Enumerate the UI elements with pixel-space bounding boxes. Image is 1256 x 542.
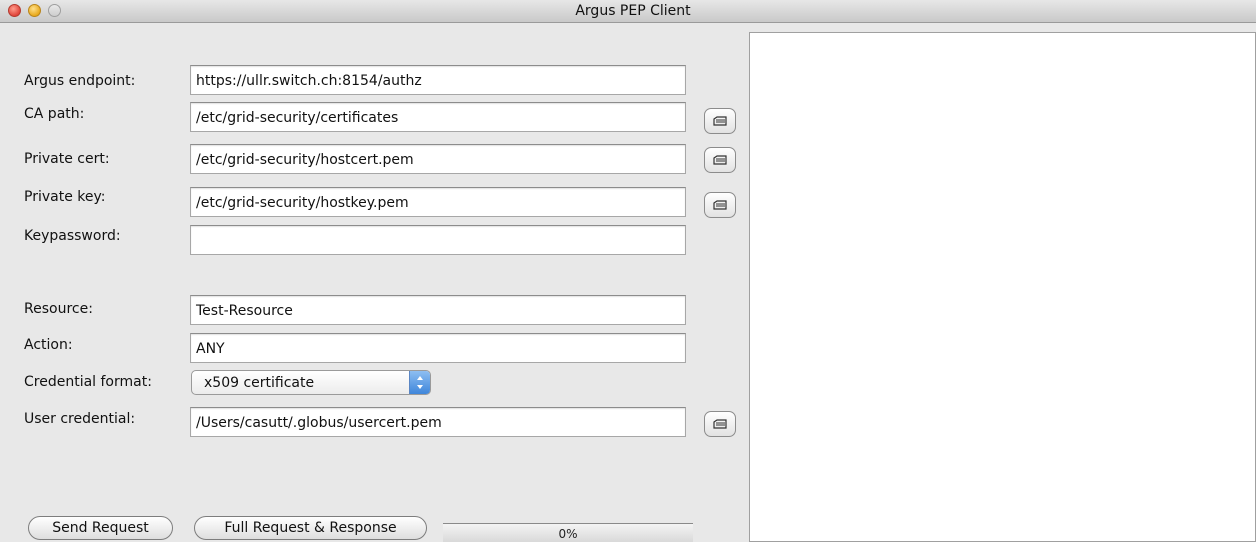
endpoint-label: Argus endpoint: bbox=[24, 73, 136, 89]
window-title: Argus PEP Client bbox=[575, 3, 691, 19]
resource-label: Resource: bbox=[24, 301, 93, 317]
private-key-browse-button[interactable] bbox=[704, 192, 736, 218]
endpoint-input[interactable]: https://ullr.switch.ch:8154/authz bbox=[190, 65, 686, 95]
action-input[interactable]: ANY bbox=[190, 333, 686, 363]
folder-icon bbox=[713, 200, 727, 210]
private-key-label: Private key: bbox=[24, 189, 106, 205]
output-text-area[interactable] bbox=[749, 32, 1256, 542]
select-arrows-icon bbox=[409, 371, 430, 394]
progress-bar: 0% bbox=[443, 523, 693, 542]
credential-format-value: x509 certificate bbox=[204, 375, 315, 391]
resource-input[interactable]: Test-Resource bbox=[190, 295, 686, 325]
title-bar: Argus PEP Client bbox=[0, 0, 1256, 23]
keypassword-label: Keypassword: bbox=[24, 228, 121, 244]
ca-path-label: CA path: bbox=[24, 106, 85, 122]
folder-icon bbox=[713, 116, 727, 126]
private-key-input[interactable]: /etc/grid-security/hostkey.pem bbox=[190, 187, 686, 217]
ca-path-browse-button[interactable] bbox=[704, 108, 736, 134]
action-label: Action: bbox=[24, 337, 73, 353]
private-cert-browse-button[interactable] bbox=[704, 147, 736, 173]
user-credential-label: User credential: bbox=[24, 411, 136, 427]
send-request-button[interactable]: Send Request bbox=[28, 516, 173, 540]
ca-path-input[interactable]: /etc/grid-security/certificates bbox=[190, 102, 686, 132]
folder-icon bbox=[713, 155, 727, 165]
credential-format-label: Credential format: bbox=[24, 374, 152, 390]
full-request-response-button[interactable]: Full Request & Response bbox=[194, 516, 427, 540]
progress-text: 0% bbox=[558, 527, 578, 541]
user-credential-browse-button[interactable] bbox=[704, 411, 736, 437]
credential-format-select[interactable]: x509 certificate bbox=[191, 370, 431, 395]
user-credential-input[interactable]: /Users/casutt/.globus/usercert.pem bbox=[190, 407, 686, 437]
keypassword-input[interactable] bbox=[190, 225, 686, 255]
private-cert-input[interactable]: /etc/grid-security/hostcert.pem bbox=[190, 144, 686, 174]
private-cert-label: Private cert: bbox=[24, 151, 110, 167]
folder-icon bbox=[713, 419, 727, 429]
